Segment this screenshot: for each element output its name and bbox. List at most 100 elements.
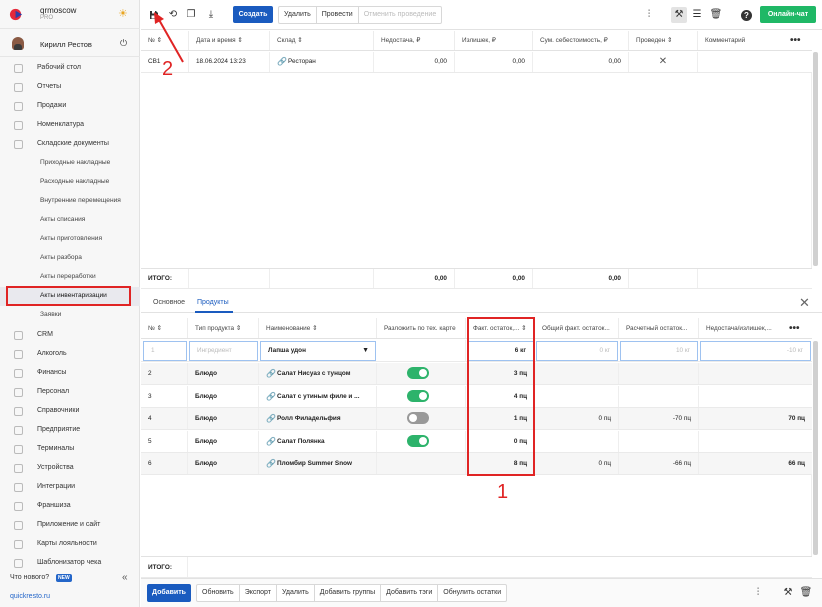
link-icon: 🔗 [266,459,276,468]
add-tags-button[interactable]: Добавить тэги [381,585,439,601]
add-groups-button[interactable]: Добавить группы [315,585,382,601]
total-shortage: 0,00 [374,269,455,288]
columns-settings-icon[interactable]: ⫶ [751,586,765,600]
download-icon[interactable]: ⤓ [204,8,218,22]
site-link[interactable]: quickresto.ru [10,593,50,600]
references-icon [14,407,23,416]
nav-templates[interactable]: Шаблонизатор чека [0,554,140,573]
product-type-input[interactable]: Ингредиент [189,341,258,361]
more-icon[interactable]: ••• [790,31,801,51]
create-button[interactable]: Создать [233,6,273,23]
trash-icon[interactable]: 🗑 [799,586,813,600]
cell-type: Блюдо [188,430,259,452]
nav-sales[interactable]: Продажи [0,97,140,116]
nav-cooking[interactable]: Акты приготовления [0,230,140,249]
row-num-input[interactable]: 1 [143,341,187,361]
delete-button[interactable]: Удалить [279,7,317,23]
nav-devices[interactable]: Устройства [0,459,140,478]
nav-staff[interactable]: Персонал [0,383,140,402]
nav-app[interactable]: Приложение и сайт [0,516,140,535]
terminals-icon [14,445,23,454]
nav-nomenclature[interactable]: Номенклатура [0,116,140,135]
more-icon[interactable]: ••• [789,318,800,339]
whats-new-link[interactable]: Что нового? [10,574,49,581]
nav-integrations[interactable]: Интеграции [0,478,140,497]
nav-company[interactable]: Предприятие [0,421,140,440]
table-row[interactable]: СВ1 18.06.2024 13:23 🔗Ресторан 0,00 0,00… [141,52,812,73]
col-shortage[interactable]: Недостача, ₽ [374,31,455,50]
nav-terminals[interactable]: Терминалы [0,440,140,459]
col-warehouse[interactable]: Склад ⇕ [270,31,374,50]
export-button[interactable]: Экспорт [240,585,278,601]
products-scrollbar[interactable] [813,341,818,555]
cell-diff [699,386,812,407]
cell-calc [619,385,699,407]
highlight-inventory [6,286,131,306]
cell-diff: 66 пц [788,460,805,467]
cell-name[interactable]: 🔗Салат с утиным филе и ... [259,385,377,407]
product-name-select[interactable]: Лапша удон ▼ [260,341,376,361]
split-toggle[interactable] [407,434,429,447]
close-icon[interactable]: ✕ [799,295,810,311]
col-p-name[interactable]: Наименование ⇕ [259,318,377,338]
refresh-button[interactable]: Обновить [197,585,240,601]
trash-icon[interactable]: 🗑 [709,8,723,22]
user-block[interactable]: Кирилл Рестов ⏻ [0,30,140,57]
nav-reports[interactable]: Отчеты [0,78,140,97]
cell-name[interactable]: 🔗Ролл Филадельфия [259,408,377,429]
col-p-num[interactable]: № ⇕ [141,318,188,338]
cell-name[interactable]: 🔗Салат Полянка [259,430,377,452]
post-button[interactable]: Провести [317,7,359,23]
nav-desktop[interactable]: Рабочий стол [0,59,140,78]
reset-stock-button[interactable]: Обнулить остатки [438,585,506,601]
list-view-icon[interactable]: ☰ [690,8,704,22]
col-posted[interactable]: Проведен ⇕ [629,31,698,50]
nav-warehouse[interactable]: Складские документы [0,135,140,154]
online-chat-button[interactable]: Онлайн-чат [760,6,816,23]
nav-alcohol[interactable]: Алкоголь [0,345,140,364]
nav-writeoff[interactable]: Акты списания [0,211,140,230]
col-p-calc[interactable]: Расчетный остаток... [619,318,699,338]
nav-internal[interactable]: Внутренние перемещения [0,192,140,211]
doc-warehouse[interactable]: 🔗Ресторан [270,52,374,72]
total-fact-input[interactable]: 0 кг [536,341,618,361]
col-datetime[interactable]: Дата и время ⇕ [189,31,270,50]
diff-input[interactable]: -10 кг [700,341,811,361]
tools-icon[interactable]: ⚒ [672,8,686,22]
col-p-split[interactable]: Разложить по тех. карте [377,318,466,338]
total-surplus: 0,00 [455,269,533,288]
nav-finance[interactable]: Финансы [0,364,140,383]
col-p-totalfact[interactable]: Общий факт. остаток... [535,318,619,338]
nav-incoming[interactable]: Приходные накладные [0,154,140,173]
delete-products-button[interactable]: Удалить [277,585,315,601]
nav-requests[interactable]: Заявки [0,306,140,325]
add-button[interactable]: Добавить [147,584,191,602]
columns-settings-icon[interactable]: ⫶ [642,8,656,22]
nav-references[interactable]: Справочники [0,402,140,421]
nav-outgoing[interactable]: Расходные накладные [0,173,140,192]
tab-products[interactable]: Продукты [197,299,229,306]
nav-processing[interactable]: Акты переработки [0,268,140,287]
nav-loyalty[interactable]: Карты лояльности [0,535,140,554]
tab-main[interactable]: Основное [153,299,185,306]
cancel-post-button[interactable]: Отменить проведение [359,7,442,23]
nav-crm[interactable]: CRM [0,326,140,345]
collapse-sidebar-icon[interactable]: « [122,572,128,583]
top-scrollbar[interactable] [813,52,818,266]
cell-name[interactable]: 🔗Пломбир Summer Snow [259,453,377,474]
calc-input[interactable]: 10 кг [620,341,698,361]
nav-franchise[interactable]: Франшиза [0,497,140,516]
power-icon[interactable]: ⏻ [120,38,127,49]
col-cost[interactable]: Сум. себестоимость, ₽ [533,31,629,50]
split-toggle[interactable] [407,412,429,424]
products-empty-area [141,474,812,556]
split-toggle[interactable] [407,367,429,379]
theme-sun-icon[interactable]: ☀ [118,7,128,20]
col-surplus[interactable]: Излишек, ₽ [455,31,533,50]
col-p-type[interactable]: Тип продукта ⇕ [188,318,259,338]
split-toggle[interactable] [407,389,429,402]
tools-icon[interactable]: ⚒ [781,586,795,600]
help-icon[interactable]: ? [741,10,752,21]
cell-name[interactable]: 🔗Салат Нисуаз с тунцом [259,363,377,384]
nav-disassembly[interactable]: Акты разбора [0,249,140,268]
